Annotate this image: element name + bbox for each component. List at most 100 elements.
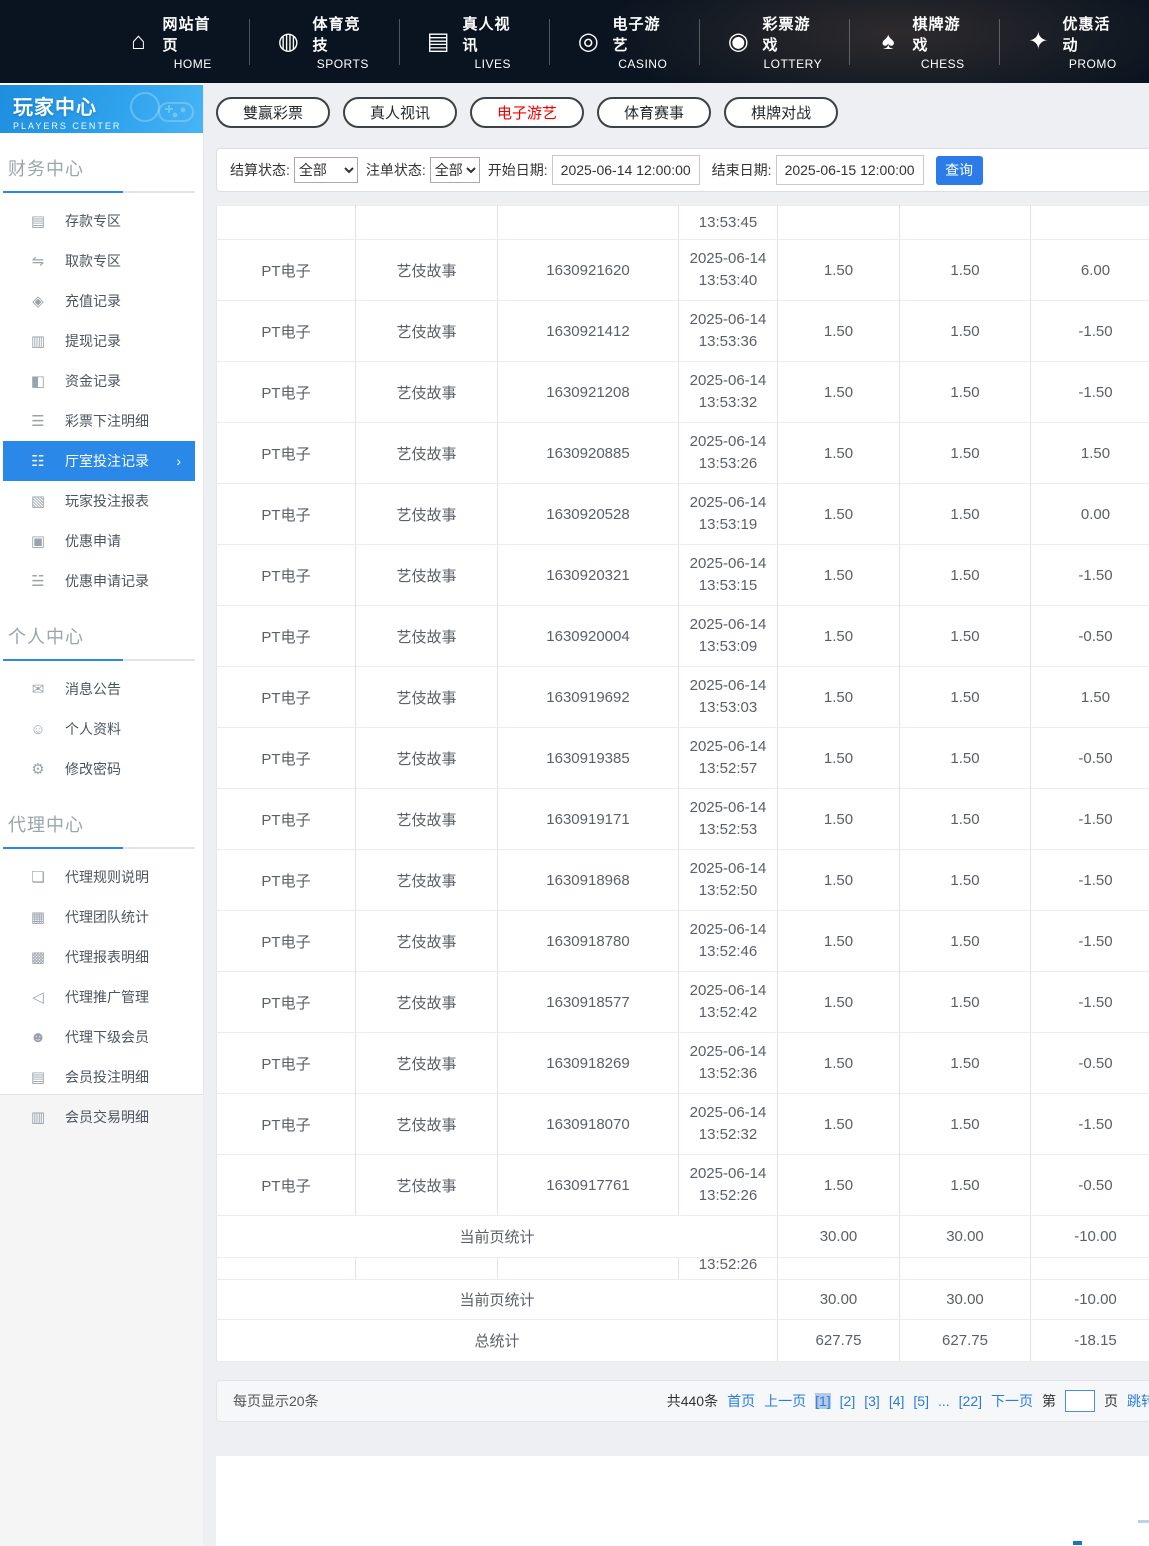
tab-雙赢彩票[interactable]: 雙赢彩票 <box>216 96 331 128</box>
start-date-input[interactable] <box>551 155 700 185</box>
players-center-header: 玩家中心 PLAYERS CENTER <box>0 85 203 133</box>
winloss-cell: -1.50 <box>1030 849 1149 911</box>
sidebar-item-代理推广管理[interactable]: ◁代理推广管理› <box>3 977 195 1017</box>
sidebar-item-资金记录[interactable]: ◧资金记录› <box>3 361 195 401</box>
sidebar-item-提现记录[interactable]: ▥提现记录› <box>3 321 195 361</box>
prev-page-link[interactable]: 上一页 <box>764 1391 806 1411</box>
top-nav: ⌂ 网站首页 HOME ◍ 体育竞技 SPORTS ▤ 真人视讯 LIVES ◎ 电子游艺 CASIN… <box>0 0 1149 83</box>
clipped-time-cell: 13:52:26 <box>678 1257 778 1280</box>
page-jump-input[interactable] <box>1065 1390 1095 1412</box>
sidebar-item-会员投注明细[interactable]: ▤会员投注明细› <box>3 1057 195 1097</box>
winloss-cell: -1.50 <box>1030 361 1149 423</box>
sidebar-item-充值记录[interactable]: ◈充值记录› <box>3 281 195 321</box>
sidebar-item-修改密码[interactable]: ⚙修改密码› <box>3 749 195 789</box>
nav-label-en: LOTTERY <box>763 56 823 71</box>
sidebar-section-title: 个人中心 <box>8 627 84 647</box>
jump-button[interactable]: 跳转 <box>1127 1391 1149 1411</box>
next-page-link[interactable]: 下一页 <box>991 1391 1033 1411</box>
game-cell: 艺伎故事 <box>355 971 498 1033</box>
order-number-cell: 1630918780 <box>497 910 679 972</box>
player-bet-report-icon: ▧ <box>30 493 46 510</box>
valid-amount-cell: 1.50 <box>899 971 1031 1033</box>
winloss-cell: -0.50 <box>1030 1154 1149 1216</box>
winloss-cell: -1.50 <box>1030 300 1149 362</box>
order-number-cell: 1630918269 <box>497 1032 679 1094</box>
sidebar-item-label: 代理报表明细 <box>65 949 149 965</box>
nav-item-chess[interactable]: ♠ 棋牌游戏 CHESS <box>850 16 1000 71</box>
date-line: 2025-06-14 <box>689 982 767 1000</box>
sidebar-item-优惠申请[interactable]: ▣优惠申请› <box>3 521 195 561</box>
order-number-cell: 1630921208 <box>497 361 679 423</box>
order-number-cell: 1630919692 <box>497 666 679 728</box>
sidebar-section-title: 财务中心 <box>8 159 84 179</box>
casino-chip-icon: ◎ <box>577 27 599 55</box>
tab-电子游艺[interactable]: 电子游艺 <box>470 96 585 128</box>
time-line: 13:52:36 <box>698 1065 758 1082</box>
agent-promotion-icon: ◁ <box>32 989 44 1006</box>
nav-item-labels: 真人视讯 LIVES <box>463 13 523 71</box>
withdrawal-record-icon: ▥ <box>30 333 46 350</box>
sidebar: 玩家中心 PLAYERS CENTER 财务中心 ▤存款专区›⇋取款专区›◈充值记… <box>0 85 204 1126</box>
date-line: 2025-06-14 <box>689 494 767 512</box>
sidebar-item-label: 代理团队统计 <box>65 909 149 925</box>
nav-label-zh: 棋牌游戏 <box>912 15 961 54</box>
sidebar-item-代理报表明细[interactable]: ▩代理报表明细› <box>3 937 195 977</box>
end-date-input[interactable] <box>775 155 924 185</box>
sidebar-item-消息公告[interactable]: ✉消息公告› <box>3 669 195 709</box>
datetime-cell: 2025-06-14 13:53:09 <box>678 605 778 667</box>
order-status-select[interactable]: 全部 <box>429 157 480 183</box>
sidebar-item-代理下级会员[interactable]: ☻代理下级会员› <box>3 1017 195 1057</box>
nav-item-sports[interactable]: ◍ 体育竞技 SPORTS <box>250 16 400 71</box>
sidebar-item-代理团队统计[interactable]: ▦代理团队统计› <box>3 897 195 937</box>
tab-棋牌对战[interactable]: 棋牌对战 <box>724 96 839 128</box>
page-link-1[interactable]: [1] <box>815 1393 831 1409</box>
page-summary-winloss: -10.00 <box>1030 1215 1149 1258</box>
datetime-cell: 2025-06-14 13:52:57 <box>678 727 778 789</box>
order-number-cell: 1630917761 <box>497 1154 679 1216</box>
page-summary-label: 当前页统计 <box>216 1279 778 1320</box>
valid-amount-cell: 1.50 <box>899 300 1031 362</box>
search-button[interactable]: 查询 <box>935 155 983 185</box>
first-page-link[interactable]: 首页 <box>727 1391 755 1411</box>
tab-体育赛事[interactable]: 体育赛事 <box>597 96 712 128</box>
sidebar-item-代理规则说明[interactable]: ❏代理规则说明› <box>3 857 195 897</box>
sidebar-section-rule <box>3 659 195 661</box>
horizontal-scrollbar-thumb[interactable] <box>1073 1541 1082 1545</box>
page-link-2[interactable]: [2] <box>840 1393 856 1409</box>
promo-apply-icon: ▣ <box>30 533 46 550</box>
order-number-cell: 1630919385 <box>497 727 679 789</box>
deposit-icon: ▤ <box>30 213 46 230</box>
page-link-5[interactable]: [5] <box>913 1393 929 1409</box>
time-line: 13:52:57 <box>698 760 758 777</box>
nav-item-lives[interactable]: ▤ 真人视讯 LIVES <box>400 16 550 71</box>
settle-status-select[interactable]: 全部 <box>293 157 358 183</box>
playing-cards-icon: ▤ <box>426 27 450 55</box>
date-line: 2025-06-14 <box>689 250 767 268</box>
page-link-3[interactable]: [3] <box>864 1393 880 1409</box>
winloss-cell: -0.50 <box>1030 1032 1149 1094</box>
sidebar-item-label: 玩家投注报表 <box>65 493 149 509</box>
game-cell: 艺伎故事 <box>355 666 498 728</box>
valid-amount-cell: 1.50 <box>899 849 1031 911</box>
sidebar-item-玩家投注报表[interactable]: ▧玩家投注报表› <box>3 481 195 521</box>
sidebar-item-存款专区[interactable]: ▤存款专区› <box>3 201 195 241</box>
tab-真人视讯[interactable]: 真人视讯 <box>343 96 458 128</box>
sidebar-item-厅室投注记录[interactable]: ☷ 厅室投注记录 › <box>3 441 195 481</box>
sidebar-item-会员交易明细[interactable]: ▥会员交易明细› <box>3 1097 195 1137</box>
sidebar-item-彩票下注明细[interactable]: ☰彩票下注明细› <box>3 401 195 441</box>
sidebar-item-优惠申请记录[interactable]: ☱优惠申请记录› <box>3 561 195 601</box>
nav-item-casino[interactable]: ◎ 电子游艺 CASINO <box>550 16 700 71</box>
winloss-cell: -1.50 <box>1030 788 1149 850</box>
winloss-cell: -0.50 <box>1030 605 1149 667</box>
page-link-4[interactable]: [4] <box>889 1393 905 1409</box>
order-status-label: 注单状态: <box>365 162 426 178</box>
sidebar-item-个人资料[interactable]: ☺个人资料› <box>3 709 195 749</box>
datetime-cell: 2025-06-14 13:52:32 <box>678 1093 778 1155</box>
valid-amount-cell: 1.50 <box>899 1154 1031 1216</box>
nav-item-lottery[interactable]: ◉ 彩票游戏 LOTTERY <box>700 16 850 71</box>
sidebar-item-取款专区[interactable]: ⇋取款专区› <box>3 241 195 281</box>
nav-item-home[interactable]: ⌂ 网站首页 HOME <box>100 16 250 71</box>
hall-cell: PT电子 <box>216 971 356 1033</box>
last-page-link[interactable]: [22] <box>959 1393 982 1409</box>
nav-item-promo[interactable]: ✦ 优惠活动 PROMO <box>1000 16 1149 71</box>
